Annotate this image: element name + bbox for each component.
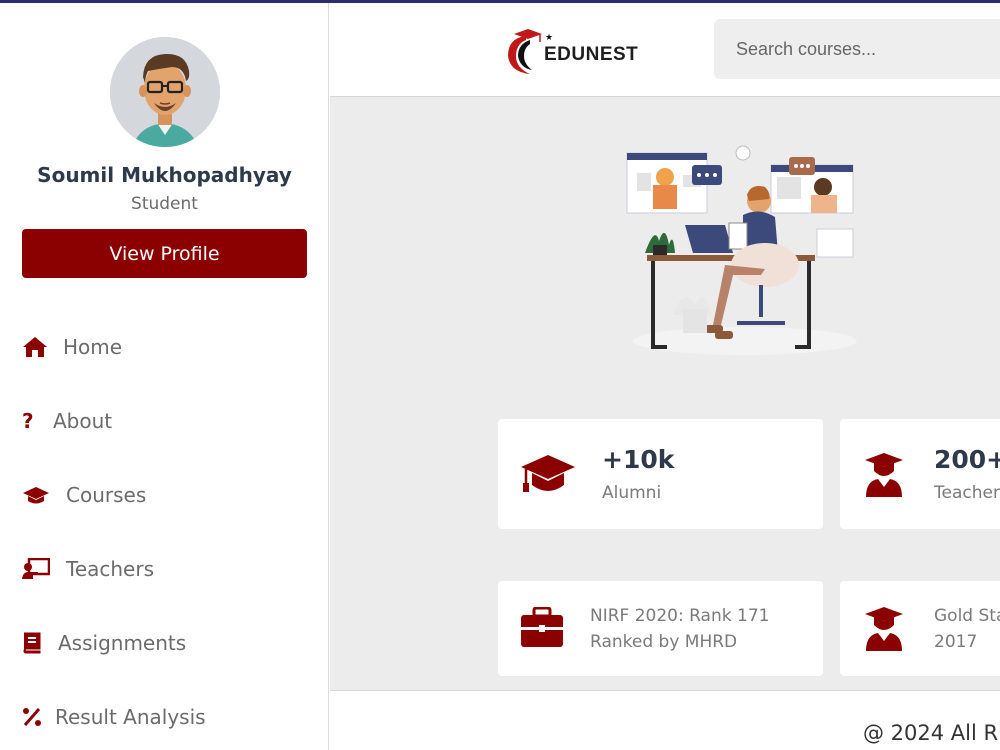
achievement-line2: Ranked by MHRD [590,632,738,652]
sidebar: Soumil Mukhopadhyay Student View Profile… [0,3,329,750]
profile-role: Student [131,194,198,214]
teacher-board-icon [22,557,66,581]
sidebar-item-result-analysis[interactable]: Result Analysis [22,702,312,732]
svg-text:★: ★ [545,33,553,43]
sidebar-item-home[interactable]: Home [22,332,312,362]
sidebar-item-label: Teachers [66,557,154,581]
stat-label: Alumni [602,483,662,503]
book-icon [22,631,58,655]
footer: @ 2024 All Ri [330,690,1000,750]
main-content: +10k Alumni 200+ Teacher NIRF 2020: Rank… [330,97,1000,690]
sidebar-item-courses[interactable]: Courses [22,480,312,510]
stat-value: +10k [602,445,675,474]
view-profile-button[interactable]: View Profile [22,229,307,278]
stat-label: Teacher [934,483,1000,503]
edunest-logo[interactable]: ★ EDUNEST [500,26,650,76]
achievement-text: Gold Sta 2017 [934,603,1000,655]
stat-value: 200+ [934,445,1000,474]
sidebar-item-assignments[interactable]: Assignments [22,628,312,658]
achievement-line1: Gold Sta [934,606,1000,626]
teacher-icon [864,451,918,497]
achievement-card-nirf: NIRF 2020: Rank 171 Ranked by MHRD [498,581,823,676]
question-icon: ? [22,409,34,433]
sidebar-item-teachers[interactable]: Teachers [22,554,312,584]
sidebar-item-label: About [53,409,113,433]
logo-text: EDUNEST [544,44,639,65]
profile-name: Soumil Mukhopadhyay [37,163,292,187]
copyright-text: @ 2024 All Ri [863,721,1000,745]
home-icon [22,335,63,359]
avatar[interactable] [110,37,220,147]
stat-card-teachers: 200+ Teacher [840,419,1000,529]
achievement-line2: 2017 [934,632,978,652]
sidebar-item-label: Result Analysis [55,705,206,729]
graduation-cap-icon [520,453,575,497]
stat-card-alumni: +10k Alumni [498,419,823,529]
header: ★ EDUNEST [330,3,1000,97]
achievement-line1: NIRF 2020: Rank 171 [590,606,770,626]
achievement-text: NIRF 2020: Rank 171 Ranked by MHRD [590,603,769,655]
sidebar-item-about[interactable]: ? About [22,406,312,436]
search-input[interactable] [714,19,1000,79]
percent-icon [22,705,55,729]
briefcase-icon [520,606,574,651]
achievement-card-gold: Gold Sta 2017 [840,581,1000,676]
teacher-icon [864,605,918,651]
hero-illustration [625,145,865,360]
sidebar-item-label: Courses [66,483,147,507]
graduation-cap-icon [22,483,66,507]
sidebar-item-label: Assignments [58,631,187,655]
sidebar-item-label: Home [63,335,123,359]
